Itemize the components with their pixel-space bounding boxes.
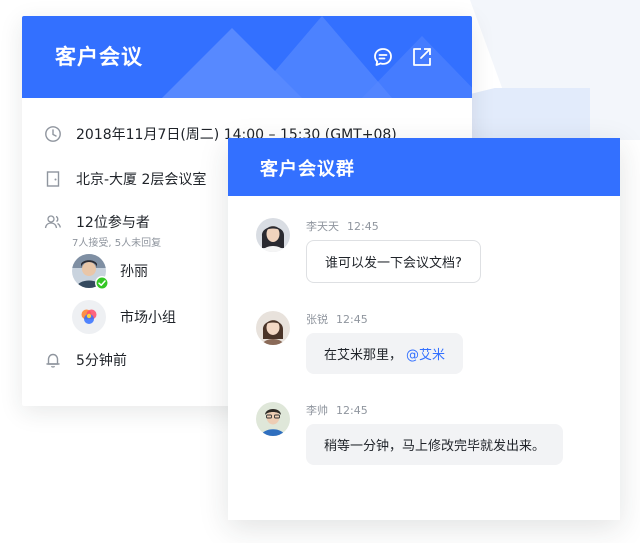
sender-name: 李帅 [306,404,328,417]
bell-icon [46,353,60,368]
participant-name: 市场小组 [120,310,176,326]
message-meta: 李帅 12:45 [306,402,368,418]
chat-header: 客户会议群 [228,138,620,196]
message-time: 12:45 [336,313,368,326]
participant-item[interactable]: 孙丽 [72,254,148,290]
message-bubble: 谁可以发一下会议文档? [306,240,481,283]
people-icon [44,215,61,229]
chat-card: 客户会议群 李天天 12:45 谁可以发一下会议文档? 张锐 12:45 在艾米… [228,138,620,520]
door-icon [46,171,60,187]
share-icon[interactable] [411,46,433,68]
person-avatar [72,254,109,290]
message-time: 12:45 [336,404,368,417]
sender-name: 张锐 [306,313,328,326]
group-avatar [72,300,106,334]
meeting-title: 客户会议 [55,45,143,69]
message-text: 在艾米那里， [324,348,403,363]
mention-link[interactable]: @艾米 [406,348,445,363]
user-avatar[interactable] [256,311,290,345]
message-meta: 张锐 12:45 [306,311,368,327]
clock-icon [45,126,61,142]
meeting-location: 北京-大厦 2层会议室 [76,172,207,188]
meeting-header: 客户会议 [22,16,472,98]
message-bubble: 在艾米那里， @艾米 [306,333,464,374]
meeting-location-row: 北京-大厦 2层会议室 [44,169,206,189]
message-meta: 李天天 12:45 [306,218,379,234]
message-time: 12:45 [347,220,379,233]
user-avatar[interactable] [256,402,290,436]
accepted-check-icon [95,276,109,290]
reminder-text: 5分钟前 [76,353,127,369]
chat-icon[interactable] [372,46,394,68]
participants-count: 12位参与者 [76,215,150,231]
message-bubble: 稍等一分钟，马上修改完毕就发出来。 [306,424,564,465]
user-avatar[interactable] [256,218,290,252]
participant-item[interactable]: 市场小组 [72,300,176,334]
participant-name: 孙丽 [120,264,148,280]
participants-status: 7人接受, 5人未回复 [72,238,162,249]
chat-title: 客户会议群 [260,159,355,180]
participants-row[interactable]: 12位参与者 [44,212,150,232]
reminder-row: 5分钟前 [44,350,127,370]
sender-name: 李天天 [306,220,339,233]
